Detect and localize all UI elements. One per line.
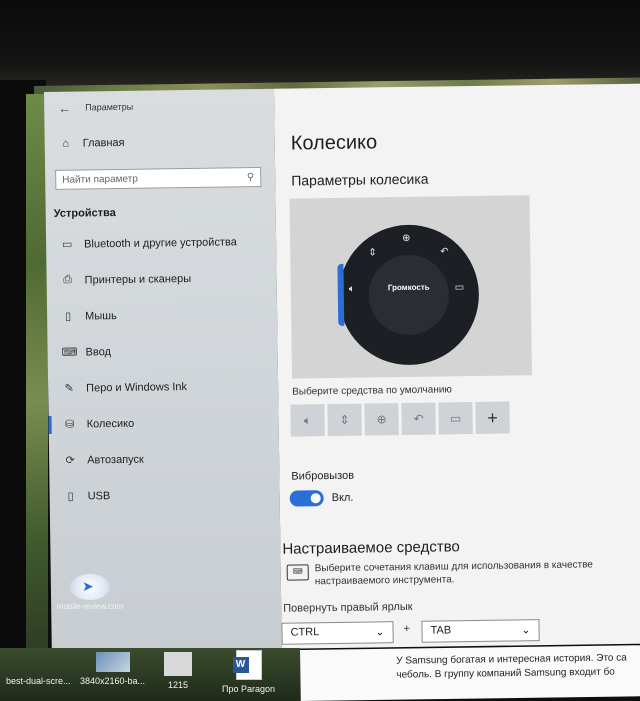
tool-undo-button[interactable]: ↶ — [401, 402, 436, 436]
page-title: Колесико — [290, 131, 378, 155]
printer-icon: ⎙ — [63, 273, 73, 286]
search-icon: ⚲ — [246, 171, 255, 183]
zoom-icon[interactable]: ⊕ — [402, 233, 411, 244]
window-title: Параметры — [85, 101, 134, 113]
desktop-file-2[interactable]: 3840x2160-ba... — [80, 652, 145, 686]
section-heading: Устройства — [53, 207, 116, 220]
sidebar-item-label: Колесико — [86, 417, 135, 430]
watermark: ➤ mobile-review.com — [50, 574, 130, 611]
sidebar-item-label: USB — [87, 489, 111, 502]
add-icon: + — [487, 407, 498, 428]
sidebar-item-label: Принтеры и сканеры — [84, 272, 192, 286]
background-document: У Samsung богатая и интересная история. … — [300, 645, 640, 701]
pen-icon: ✎ — [64, 382, 74, 395]
document-text: У Samsung богатая и интересная история. … — [396, 650, 640, 682]
key2-value: TAB — [430, 624, 452, 637]
file-label: Про Paragon — [222, 684, 276, 694]
back-arrow-icon[interactable]: ← — [58, 100, 71, 115]
sidebar-item-pen[interactable]: ✎ Перо и Windows Ink — [62, 380, 187, 395]
wheel-preview: Громкость ⊕ ⇕ ↶ 🔈︎ ▭ — [289, 195, 533, 379]
dial-selection-arc — [337, 263, 345, 326]
sidebar-item-printers[interactable]: ⎙ Принтеры и сканеры — [61, 272, 192, 287]
sidebar-item-usb[interactable]: ▯ USB — [64, 489, 111, 503]
key1-value: CTRL — [290, 626, 320, 639]
search-input[interactable]: Найти параметр ⚲ — [55, 166, 262, 190]
file-label: 1215 — [167, 680, 189, 690]
undo-icon[interactable]: ↶ — [440, 246, 449, 257]
zoom-icon: ⊕ — [376, 412, 387, 427]
usb-icon: ▯ — [67, 490, 74, 503]
photo-scene: ← Параметры ⌂ Главная Найти параметр ⚲ У… — [0, 0, 640, 701]
brightness-icon[interactable]: ▭ — [455, 282, 465, 293]
watermark-text: mobile-review.com — [56, 602, 124, 611]
sidebar-item-label: Главная — [82, 136, 125, 150]
watermark-logo: ➤ — [70, 574, 110, 600]
sidebar-item-label: Автозапуск — [87, 453, 144, 466]
sidebar-item-label: Мышь — [85, 309, 117, 322]
custom-tool-heading: Настраиваемое средство — [282, 538, 460, 558]
undo-icon: ↶ — [413, 411, 424, 426]
sidebar-item-wheel[interactable]: ⛁ Колесико — [63, 417, 135, 431]
image-thumbnail-icon — [95, 652, 130, 672]
active-indicator — [48, 415, 52, 434]
sidebar-item-label: Перо и Windows Ink — [86, 380, 188, 394]
volume-icon[interactable]: 🔈︎ — [349, 284, 355, 295]
volume-icon: 🔈︎ — [303, 412, 312, 427]
chevron-down-icon: ⌄ — [521, 624, 531, 637]
bluetooth-icon: ▭ — [61, 238, 73, 251]
desktop-file-3[interactable]: 1215 — [164, 652, 192, 690]
sidebar: ← Параметры ⌂ Главная Найти параметр ⚲ У… — [44, 88, 282, 652]
desktop-icons-row: best-dual-scre... 3840x2160-ba... 1215 W… — [0, 648, 300, 701]
autoplay-icon: ⟳ — [65, 454, 75, 467]
desktop-file-4[interactable]: W Про Paragon — [222, 650, 275, 694]
tool-volume-button[interactable]: 🔈︎ — [290, 404, 325, 437]
content-pane: Колесико Параметры колесика Громкость ⊕ … — [273, 83, 640, 649]
tool-brightness-button[interactable]: ▭ — [438, 402, 473, 435]
default-tools-caption: Выберите средства по умолчанию — [292, 384, 452, 398]
add-tool-button[interactable]: + — [475, 401, 510, 435]
sidebar-item-typing[interactable]: ⌨ Ввод — [62, 345, 112, 359]
custom-tool-description: Выберите сочетания клавиш для использова… — [314, 559, 594, 588]
sidebar-item-mouse[interactable]: ▯ Мышь — [61, 309, 117, 323]
wheel-settings-heading: Параметры колесика — [291, 170, 429, 189]
key1-select[interactable]: CTRL ⌄ — [281, 621, 394, 645]
search-placeholder: Найти параметр — [62, 173, 138, 186]
title-bar: ← Параметры — [58, 97, 133, 118]
document-line: чеболь. В группу компаний Samsung входит… — [396, 666, 615, 681]
sidebar-item-home[interactable]: ⌂ Главная — [59, 136, 125, 150]
sidebar-item-label: Ввод — [85, 345, 112, 358]
sidebar-item-bluetooth[interactable]: ▭ Bluetooth и другие устройства — [60, 235, 237, 251]
word-document-icon: W — [232, 650, 262, 680]
scroll-icon: ⇕ — [339, 412, 350, 427]
sidebar-item-label: Bluetooth и другие устройства — [84, 235, 237, 250]
key-plus-separator: + — [403, 622, 411, 636]
vibration-label: Вибровызов — [291, 469, 355, 483]
settings-window: ← Параметры ⌂ Главная Найти параметр ⚲ У… — [44, 83, 640, 652]
vibration-toggle[interactable] — [289, 490, 324, 507]
document-thumbnail-icon — [164, 652, 192, 676]
wheel-dial: Громкость ⊕ ⇕ ↶ 🔈︎ ▭ — [337, 223, 480, 366]
brightness-icon: ▭ — [449, 411, 462, 426]
toggle-knob — [310, 493, 321, 504]
default-tools-row: 🔈︎ ⇕ ⊕ ↶ ▭ + — [290, 401, 510, 437]
scroll-icon[interactable]: ⇕ — [368, 247, 377, 258]
wheel-icon: ⛁ — [64, 418, 75, 431]
file-label: best-dual-scre... — [6, 676, 71, 686]
tool-zoom-button[interactable]: ⊕ — [364, 403, 399, 436]
home-icon: ⌂ — [62, 137, 70, 150]
tool-scroll-button[interactable]: ⇕ — [327, 403, 362, 437]
keyboard-icon: ⌨ — [61, 346, 78, 359]
rotate-right-label: Повернуть правый ярлык — [283, 600, 413, 615]
cursor-icon: ➤ — [82, 578, 94, 594]
dial-center — [368, 254, 450, 336]
mouse-icon: ▯ — [65, 310, 72, 323]
chevron-down-icon: ⌄ — [375, 626, 385, 639]
sidebar-item-autoplay[interactable]: ⟳ Автозапуск — [63, 453, 144, 467]
key2-select[interactable]: TAB ⌄ — [421, 619, 540, 643]
vibration-state: Вкл. — [331, 491, 354, 505]
keyboard-shortcut-icon: ⌨ — [286, 564, 309, 581]
file-label: 3840x2160-ba... — [80, 676, 146, 686]
desktop-file-1[interactable]: best-dual-scre... — [6, 676, 71, 686]
